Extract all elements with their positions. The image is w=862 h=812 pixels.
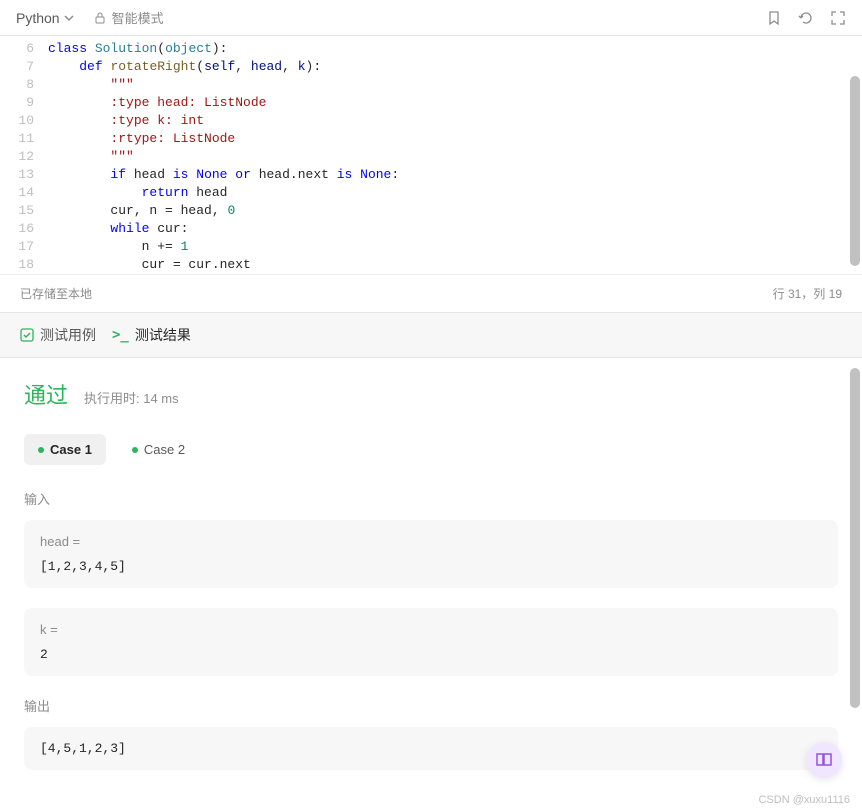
toolbar-actions: [766, 10, 846, 26]
runtime-label: 执行用时: 14 ms: [84, 388, 179, 407]
line-number: 6: [0, 40, 48, 58]
cursor-position: 行 31，列 19: [773, 285, 842, 302]
output-value: [4,5,1,2,3]: [24, 727, 838, 770]
line-number: 13: [0, 166, 48, 184]
code-content[interactable]: :rtype: ListNode: [48, 130, 235, 148]
language-selector[interactable]: Python: [16, 10, 74, 26]
code-content[interactable]: class Solution(object):: [48, 40, 227, 58]
case-pill[interactable]: Case 1: [24, 434, 106, 465]
code-content[interactable]: :type head: ListNode: [48, 94, 266, 112]
code-line[interactable]: 6class Solution(object):: [0, 40, 862, 58]
code-line[interactable]: 7 def rotateRight(self, head, k):: [0, 58, 862, 76]
line-number: 14: [0, 184, 48, 202]
code-content[interactable]: if head is None or head.next is None:: [48, 166, 399, 184]
language-label: Python: [16, 10, 60, 26]
editor-scrollbar[interactable]: [850, 76, 860, 266]
code-line[interactable]: 10 :type k: int: [0, 112, 862, 130]
code-content[interactable]: n += 1: [48, 238, 188, 256]
line-number: 11: [0, 130, 48, 148]
code-line[interactable]: 11 :rtype: ListNode: [0, 130, 862, 148]
expand-icon[interactable]: [830, 10, 846, 26]
input-block: head = [1,2,3,4,5]: [24, 520, 838, 588]
code-content[interactable]: cur = cur.next: [48, 256, 251, 274]
input-value: 2: [40, 647, 822, 662]
code-line[interactable]: 16 while cur:: [0, 220, 862, 238]
lock-icon: [94, 12, 106, 24]
code-line[interactable]: 13 if head is None or head.next is None:: [0, 166, 862, 184]
tab-testcase[interactable]: 测试用例: [20, 325, 96, 345]
pass-label: 通过: [24, 378, 68, 410]
line-number: 10: [0, 112, 48, 130]
bookmark-icon[interactable]: [766, 10, 782, 26]
code-editor[interactable]: 6class Solution(object):7 def rotateRigh…: [0, 36, 862, 274]
code-content[interactable]: def rotateRight(self, head, k):: [48, 58, 321, 76]
code-content[interactable]: cur, n = head, 0: [48, 202, 235, 220]
watermark: CSDN @xuxu1116: [759, 794, 850, 806]
code-content[interactable]: :type k: int: [48, 112, 204, 130]
line-number: 9: [0, 94, 48, 112]
mode-indicator: 智能模式: [94, 8, 164, 27]
tab-result-label: 测试结果: [135, 325, 191, 345]
code-line[interactable]: 12 """: [0, 148, 862, 166]
output-section-label: 输出: [24, 696, 838, 715]
line-number: 17: [0, 238, 48, 256]
code-line[interactable]: 17 n += 1: [0, 238, 862, 256]
help-fab[interactable]: [806, 742, 842, 778]
line-number: 18: [0, 256, 48, 274]
input-section-label: 输入: [24, 489, 838, 508]
code-content[interactable]: """: [48, 76, 134, 94]
code-line[interactable]: 9 :type head: ListNode: [0, 94, 862, 112]
status-bar: 已存储至本地 行 31，列 19: [0, 274, 862, 312]
result-summary: 通过 执行用时: 14 ms: [24, 378, 838, 410]
case-label: Case 1: [50, 442, 92, 457]
code-line[interactable]: 8 """: [0, 76, 862, 94]
mode-label: 智能模式: [112, 8, 164, 27]
results-scrollbar[interactable]: [850, 368, 860, 708]
case-selector: Case 1 Case 2: [24, 434, 838, 465]
line-number: 12: [0, 148, 48, 166]
code-content[interactable]: """: [48, 148, 134, 166]
toolbar: Python 智能模式: [0, 0, 862, 36]
case-pill[interactable]: Case 2: [118, 434, 199, 465]
line-number: 16: [0, 220, 48, 238]
input-block: k = 2: [24, 608, 838, 676]
save-status: 已存储至本地: [20, 285, 92, 302]
code-line[interactable]: 18 cur = cur.next: [0, 256, 862, 274]
line-number: 15: [0, 202, 48, 220]
reset-icon[interactable]: [798, 10, 814, 26]
input-var: k =: [40, 622, 822, 637]
book-icon: [815, 751, 833, 769]
terminal-icon: >_: [112, 327, 129, 343]
code-line[interactable]: 15 cur, n = head, 0: [0, 202, 862, 220]
input-value: [1,2,3,4,5]: [40, 559, 822, 574]
results-panel: 通过 执行用时: 14 ms Case 1 Case 2 输入 head = [1,…: [0, 358, 862, 798]
code-line[interactable]: 14 return head: [0, 184, 862, 202]
status-dot-icon: [132, 447, 138, 453]
results-tabs: 测试用例 >_ 测试结果: [0, 312, 862, 358]
line-number: 7: [0, 58, 48, 76]
line-number: 8: [0, 76, 48, 94]
status-dot-icon: [38, 447, 44, 453]
code-content[interactable]: while cur:: [48, 220, 188, 238]
tab-result[interactable]: >_ 测试结果: [112, 325, 191, 345]
chevron-down-icon: [64, 13, 74, 23]
tab-testcase-label: 测试用例: [40, 325, 96, 345]
check-square-icon: [20, 328, 34, 342]
code-content[interactable]: return head: [48, 184, 227, 202]
case-label: Case 2: [144, 442, 185, 457]
input-var: head =: [40, 534, 822, 549]
